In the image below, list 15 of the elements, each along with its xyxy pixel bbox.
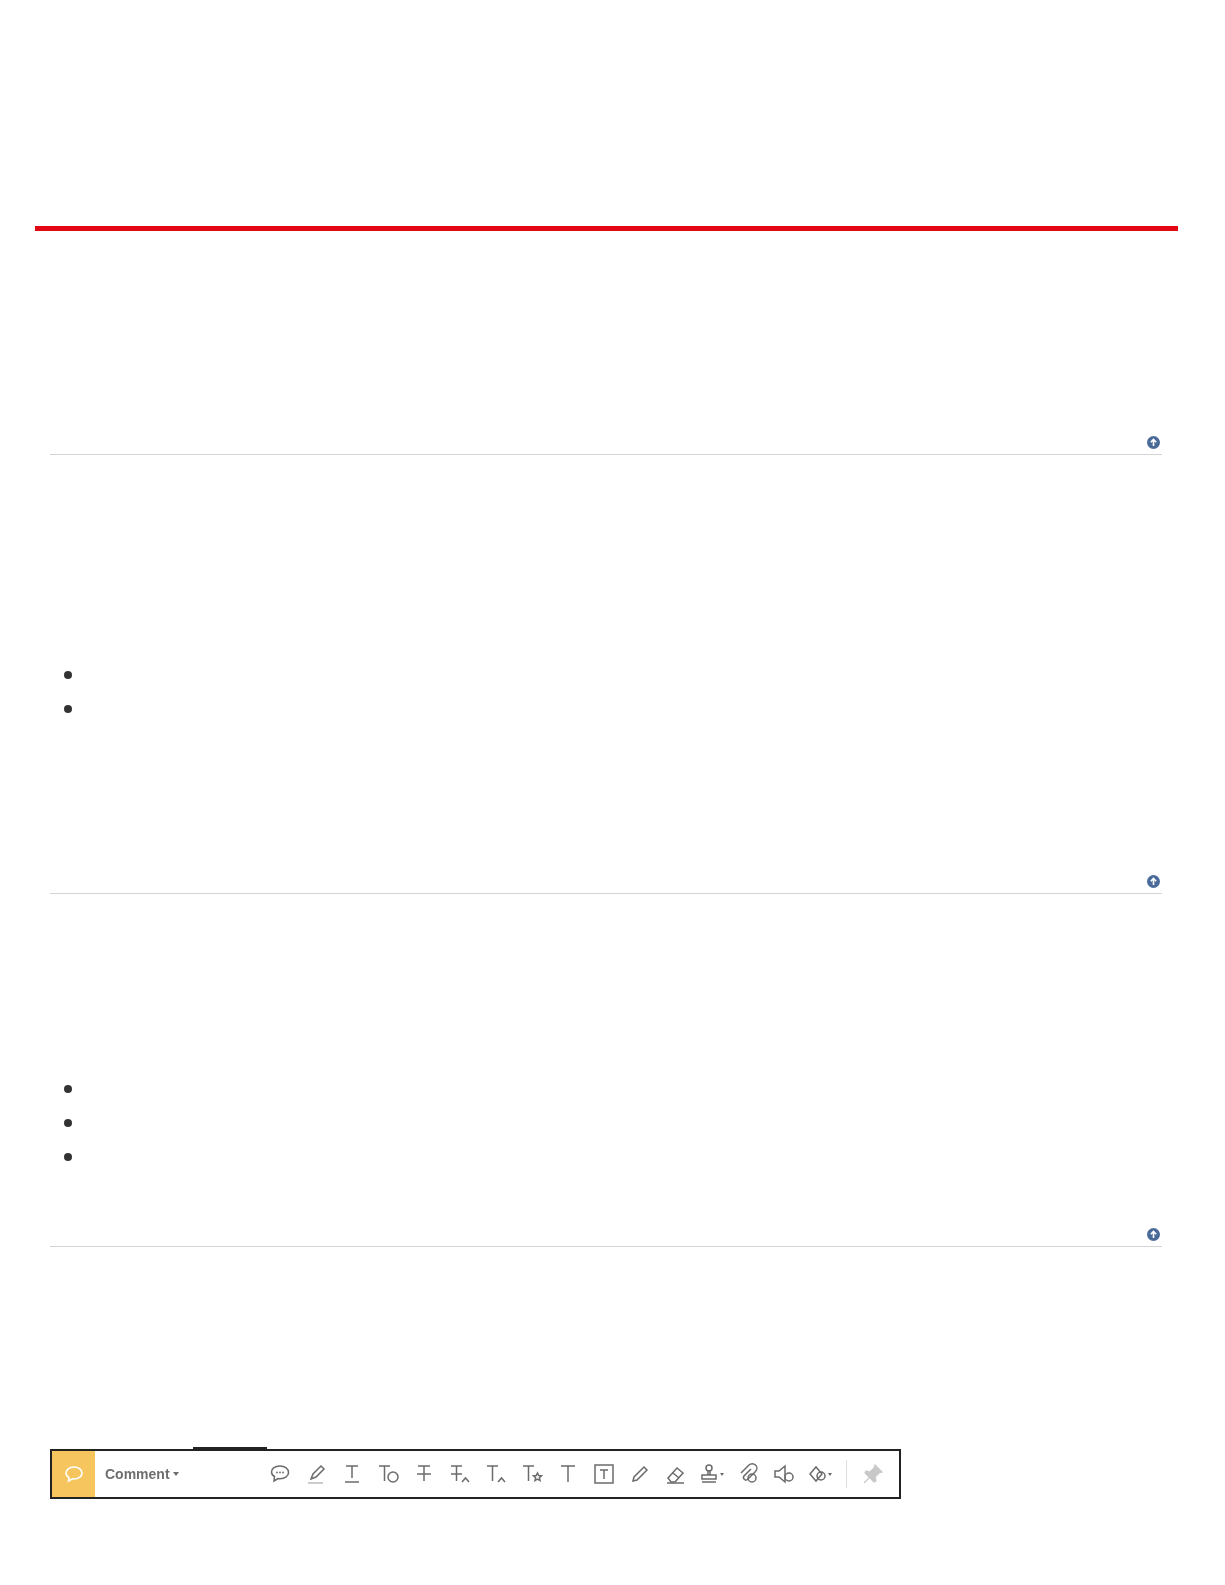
comment-dropdown[interactable]: Comment <box>105 1463 179 1485</box>
back-to-top-icon[interactable] <box>1147 1228 1160 1241</box>
bullet-icon <box>64 1119 72 1127</box>
stamp-icon[interactable] <box>699 1462 725 1486</box>
text-box-icon[interactable] <box>592 1462 616 1486</box>
bullet-icon <box>64 705 72 713</box>
back-to-top-icon[interactable] <box>1147 436 1160 449</box>
bullet-icon <box>64 1085 72 1093</box>
caret-icon <box>172 1472 179 1476</box>
text-with-bubble-icon[interactable] <box>376 1462 400 1486</box>
back-to-top-icon[interactable] <box>1147 875 1160 888</box>
speech-bubble-icon <box>63 1465 84 1483</box>
speaker-icon[interactable] <box>772 1462 796 1486</box>
bullet-icon <box>64 671 72 679</box>
bullet-icon <box>64 1153 72 1161</box>
